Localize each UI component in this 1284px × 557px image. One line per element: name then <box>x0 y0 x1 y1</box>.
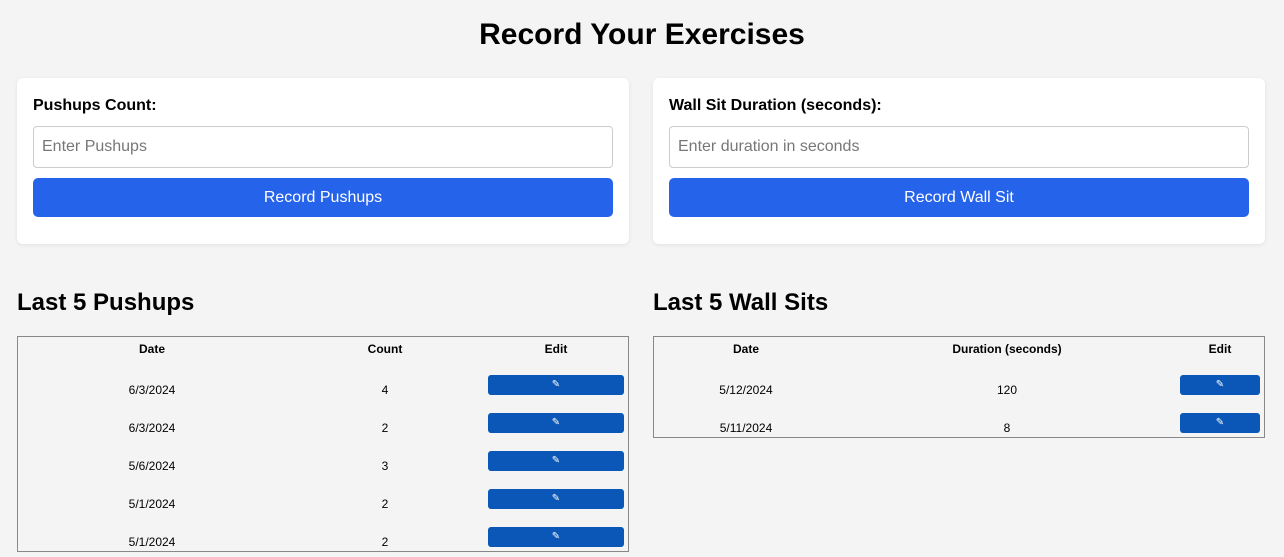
pushup-count: 2 <box>381 497 389 511</box>
pushups-form-card: Pushups Count: Record Pushups <box>17 78 629 244</box>
wallsit-duration-input[interactable] <box>669 126 1249 168</box>
pushup-count: 2 <box>381 421 389 435</box>
wallsit-date: 5/12/2024 <box>719 383 773 397</box>
edit-icon: ✎ <box>551 379 561 390</box>
page-title: Record Your Exercises <box>479 18 805 51</box>
edit-icon: ✎ <box>551 531 561 542</box>
wallsit-duration: 120 <box>996 383 1018 397</box>
edit-pushup-button[interactable]: ✎ <box>488 451 624 471</box>
table-row: 5/11/2024 8 ✎ <box>654 409 1264 447</box>
table-row: 5/1/2024 2 ✎ <box>18 523 628 557</box>
table-header-row: Date Duration (seconds) Edit <box>654 341 1264 357</box>
edit-icon: ✎ <box>1215 379 1225 390</box>
edit-pushup-button[interactable]: ✎ <box>488 413 624 433</box>
edit-pushup-button[interactable]: ✎ <box>488 527 624 547</box>
pushup-count: 2 <box>381 535 389 549</box>
edit-pushup-button[interactable]: ✎ <box>488 375 624 395</box>
table-row: 5/1/2024 2 ✎ <box>18 485 628 523</box>
pushup-count: 4 <box>381 383 389 397</box>
wallsit-duration: 8 <box>1003 421 1011 435</box>
wallsit-date: 5/11/2024 <box>719 421 773 435</box>
table-row: 5/12/2024 120 ✎ <box>654 371 1264 409</box>
pushups-count-label: Pushups Count: <box>33 97 157 114</box>
column-header-duration: Duration (seconds) <box>952 342 1062 356</box>
pushups-table-heading: Last 5 Pushups <box>17 289 195 316</box>
edit-wallsit-button[interactable]: ✎ <box>1180 375 1260 395</box>
record-wallsit-button[interactable]: Record Wall Sit <box>669 178 1249 217</box>
pushup-count: 3 <box>381 459 389 473</box>
edit-icon: ✎ <box>551 493 561 504</box>
wallsit-form-card: Wall Sit Duration (seconds): Record Wall… <box>653 78 1265 244</box>
wallsit-duration-label: Wall Sit Duration (seconds): <box>669 97 882 114</box>
column-header-edit: Edit <box>1208 342 1232 356</box>
edit-wallsit-button[interactable]: ✎ <box>1180 413 1260 433</box>
table-header-row: Date Count Edit <box>18 341 628 357</box>
column-header-date: Date <box>732 342 759 356</box>
pushup-date: 5/1/2024 <box>128 497 176 511</box>
pushup-date: 6/3/2024 <box>128 421 176 435</box>
pushups-table: Date Count Edit 6/3/2024 4 ✎ 6/3/2024 2 … <box>17 336 629 552</box>
edit-icon: ✎ <box>551 455 561 466</box>
edit-icon: ✎ <box>551 417 561 428</box>
table-row: 6/3/2024 4 ✎ <box>18 371 628 409</box>
pushup-date: 5/6/2024 <box>128 459 176 473</box>
pushups-count-input[interactable] <box>33 126 613 168</box>
column-header-date: Date <box>138 342 165 356</box>
table-row: 6/3/2024 2 ✎ <box>18 409 628 447</box>
table-row: 5/6/2024 3 ✎ <box>18 447 628 485</box>
wallsit-table: Date Duration (seconds) Edit 5/12/2024 1… <box>653 336 1265 438</box>
edit-icon: ✎ <box>1215 417 1225 428</box>
record-pushups-button[interactable]: Record Pushups <box>33 178 613 217</box>
column-header-count: Count <box>367 342 403 356</box>
wallsit-table-heading: Last 5 Wall Sits <box>653 289 829 316</box>
pushup-date: 5/1/2024 <box>128 535 176 549</box>
pushup-date: 6/3/2024 <box>128 383 176 397</box>
edit-pushup-button[interactable]: ✎ <box>488 489 624 509</box>
column-header-edit: Edit <box>544 342 568 356</box>
